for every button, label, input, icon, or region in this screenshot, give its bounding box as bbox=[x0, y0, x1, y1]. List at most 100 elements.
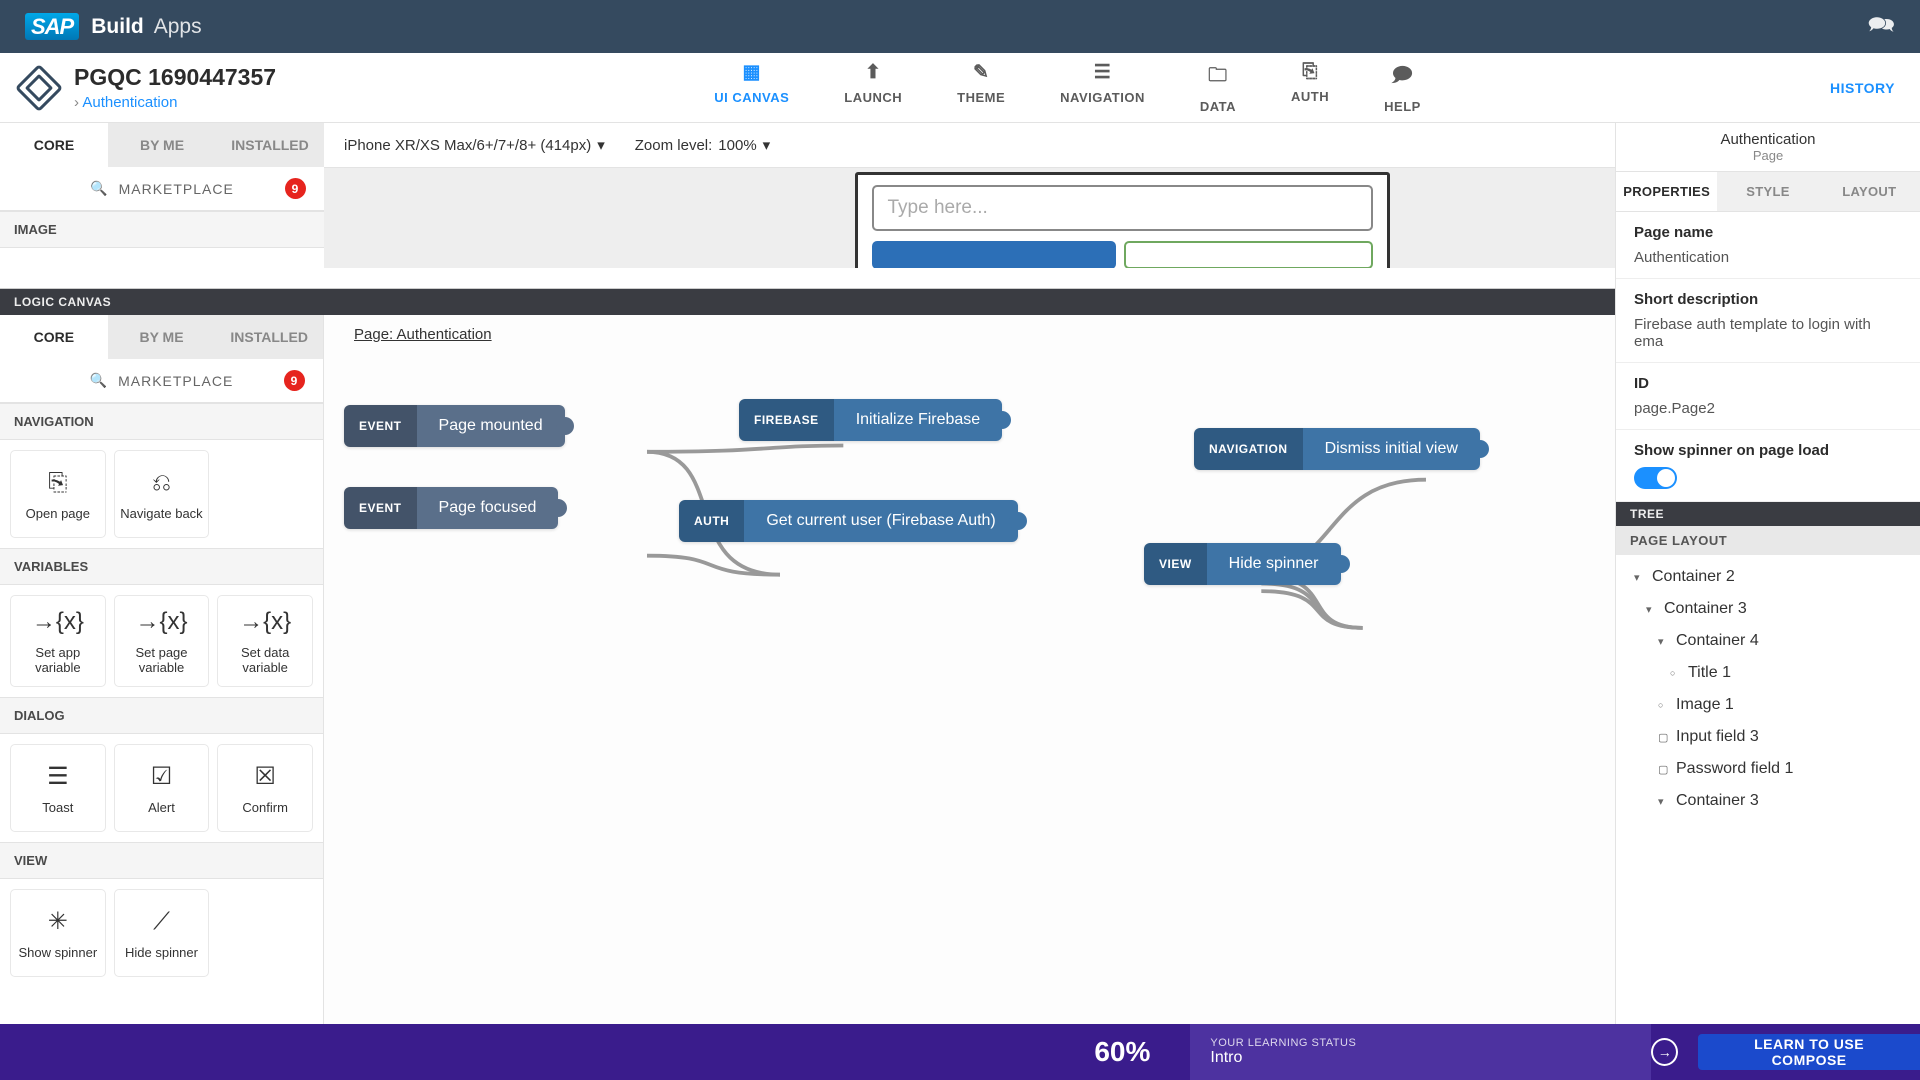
learn-button[interactable]: LEARN TO USE COMPOSE bbox=[1698, 1034, 1920, 1070]
var-icon: →{x} bbox=[32, 608, 84, 637]
comp-alert[interactable]: ☑Alert bbox=[114, 744, 210, 832]
tree-header: TREE bbox=[1616, 502, 1920, 526]
nav-navigation[interactable]: ☰NAVIGATION bbox=[1060, 61, 1145, 114]
top-bar: SAP Build Apps 🗪 bbox=[0, 0, 1920, 53]
nav-help[interactable]: 🗩HELP bbox=[1384, 61, 1421, 114]
brand-build: Build bbox=[91, 15, 144, 39]
preview-signup-button[interactable] bbox=[1124, 241, 1373, 268]
device-selector[interactable]: iPhone XR/XS Max/6+/7+/8+ (414px) ▾ bbox=[344, 136, 605, 154]
next-arrow-icon[interactable]: → bbox=[1651, 1038, 1678, 1066]
node-hide-spinner[interactable]: VIEW Hide spinner bbox=[1144, 543, 1341, 585]
toast-icon: ☰ bbox=[47, 763, 69, 792]
spinner-toggle[interactable] bbox=[1634, 467, 1677, 489]
comp-show-spinner[interactable]: ✳Show spinner bbox=[10, 889, 106, 977]
upload-icon: ⬆ bbox=[865, 61, 881, 84]
logic-marketplace-button[interactable]: 🔍 MARKETPLACE 9 bbox=[0, 359, 323, 403]
id-label: ID bbox=[1634, 375, 1902, 392]
tree-item[interactable]: Container 4 bbox=[1616, 625, 1920, 657]
logic-tab-by-me[interactable]: BY ME bbox=[108, 315, 216, 359]
zoom-selector[interactable]: Zoom level: 100% ▾ bbox=[635, 136, 770, 154]
panel-title: Authentication bbox=[1616, 131, 1920, 148]
tree-item[interactable]: Password field 1 bbox=[1616, 753, 1920, 785]
status-label: YOUR LEARNING STATUS bbox=[1210, 1037, 1631, 1049]
tab-properties[interactable]: PROPERTIES bbox=[1616, 172, 1717, 211]
learning-footer: 60% YOUR LEARNING STATUS Intro → LEARN T… bbox=[0, 1024, 1920, 1080]
marketplace-badge: 9 bbox=[284, 370, 305, 391]
grid-icon: ▦ bbox=[743, 61, 761, 84]
feedback-icon[interactable]: 🗪 bbox=[1868, 8, 1895, 46]
node-page-mounted[interactable]: EVENT Page mounted bbox=[344, 405, 565, 447]
comp-confirm[interactable]: ☒Confirm bbox=[217, 744, 313, 832]
section-variables: VARIABLES bbox=[0, 548, 323, 585]
tab-style[interactable]: STYLE bbox=[1717, 172, 1818, 211]
status-value: Intro bbox=[1210, 1049, 1631, 1067]
sap-logo: SAP bbox=[25, 14, 79, 40]
section-dialog: DIALOG bbox=[0, 697, 323, 734]
key-icon: ⎘ bbox=[1302, 61, 1318, 83]
tree-section: PAGE LAYOUT bbox=[1616, 526, 1920, 555]
nav-launch[interactable]: ⬆LAUNCH bbox=[844, 61, 902, 114]
comp-set-data-var[interactable]: →{x}Set data variable bbox=[217, 595, 313, 687]
node-get-current-user[interactable]: AUTH Get current user (Firebase Auth) bbox=[679, 500, 1018, 542]
marketplace-button[interactable]: 🔍 MARKETPLACE 9 bbox=[0, 167, 324, 211]
history-link[interactable]: HISTORY bbox=[1805, 80, 1920, 96]
brush-icon: ✎ bbox=[973, 61, 989, 84]
chevron-down-icon: ▾ bbox=[763, 136, 771, 154]
tree-item[interactable]: Container 3 bbox=[1616, 593, 1920, 625]
node-init-firebase[interactable]: FIREBASE Initialize Firebase bbox=[739, 399, 1002, 441]
marketplace-badge: 9 bbox=[285, 178, 306, 199]
preview-login-button[interactable] bbox=[872, 241, 1117, 268]
logic-tab-core[interactable]: CORE bbox=[0, 315, 108, 359]
comp-open-page[interactable]: ⎘Open page bbox=[10, 450, 106, 538]
tab-core[interactable]: CORE bbox=[0, 123, 108, 167]
panel-subtitle: Page bbox=[1616, 148, 1920, 163]
tree-item[interactable]: Container 2 bbox=[1616, 561, 1920, 593]
page-name-label: Page name bbox=[1634, 224, 1902, 241]
brand-apps: Apps bbox=[154, 15, 202, 39]
section-image: IMAGE bbox=[0, 211, 324, 248]
comp-set-app-var[interactable]: →{x}Set app variable bbox=[10, 595, 106, 687]
alert-icon: ☑ bbox=[151, 763, 173, 792]
tree-item[interactable]: Container 3 bbox=[1616, 785, 1920, 817]
tree-item[interactable]: Input field 3 bbox=[1616, 721, 1920, 753]
comp-set-page-var[interactable]: →{x}Set page variable bbox=[114, 595, 210, 687]
search-icon: 🔍 bbox=[90, 180, 108, 197]
component-tabs: CORE BY ME INSTALLED bbox=[0, 123, 324, 167]
progress-percent: 60% bbox=[0, 1036, 1190, 1068]
open-page-icon: ⎘ bbox=[48, 469, 67, 498]
comp-navigate-back[interactable]: ⎌Navigate back bbox=[114, 450, 210, 538]
back-icon: ⎌ bbox=[152, 469, 171, 498]
spinner-off-icon: ⟋ bbox=[153, 908, 170, 937]
node-dismiss-initial-view[interactable]: NAVIGATION Dismiss initial view bbox=[1194, 428, 1480, 470]
layout-tree: Container 2 Container 3 Container 4 Titl… bbox=[1616, 555, 1920, 823]
nav-ui-canvas[interactable]: ▦UI CANVAS bbox=[714, 61, 789, 114]
tree-item[interactable]: Image 1 bbox=[1616, 689, 1920, 721]
node-page-focused[interactable]: EVENT Page focused bbox=[344, 487, 558, 529]
phone-frame: Type here... bbox=[855, 172, 1390, 268]
nav-theme[interactable]: ✎THEME bbox=[957, 61, 1005, 114]
tab-by-me[interactable]: BY ME bbox=[108, 123, 216, 167]
chevron-down-icon: ▾ bbox=[597, 136, 605, 154]
tree-item[interactable]: Title 1 bbox=[1616, 657, 1920, 689]
confirm-icon: ☒ bbox=[254, 763, 276, 792]
tab-layout[interactable]: LAYOUT bbox=[1819, 172, 1920, 211]
search-icon: 🔍 bbox=[90, 372, 108, 389]
nav-data[interactable]: 🗀DATA bbox=[1200, 61, 1236, 114]
folder-icon: 🗀 bbox=[1208, 61, 1228, 93]
comp-toast[interactable]: ☰Toast bbox=[10, 744, 106, 832]
comp-hide-spinner[interactable]: ⟋Hide spinner bbox=[114, 889, 210, 977]
main-nav: ▦UI CANVAS ⬆LAUNCH ✎THEME ☰NAVIGATION 🗀D… bbox=[330, 61, 1805, 114]
spinner-label: Show spinner on page load bbox=[1634, 442, 1902, 459]
id-value: page.Page2 bbox=[1634, 400, 1902, 417]
logic-tab-installed[interactable]: INSTALLED bbox=[215, 315, 323, 359]
description-input[interactable]: Firebase auth template to login with ema bbox=[1634, 316, 1902, 350]
nav-auth[interactable]: ⎘AUTH bbox=[1291, 61, 1329, 114]
tab-installed[interactable]: INSTALLED bbox=[216, 123, 324, 167]
preview-input[interactable]: Type here... bbox=[872, 185, 1373, 231]
chat-icon: 🗩 bbox=[1392, 61, 1414, 93]
breadcrumb[interactable]: Authentication bbox=[74, 94, 276, 111]
app-logo-icon bbox=[15, 63, 63, 111]
spinner-icon: ✳ bbox=[48, 908, 68, 937]
page-name-input[interactable]: Authentication bbox=[1634, 249, 1902, 266]
description-label: Short description bbox=[1634, 291, 1902, 308]
